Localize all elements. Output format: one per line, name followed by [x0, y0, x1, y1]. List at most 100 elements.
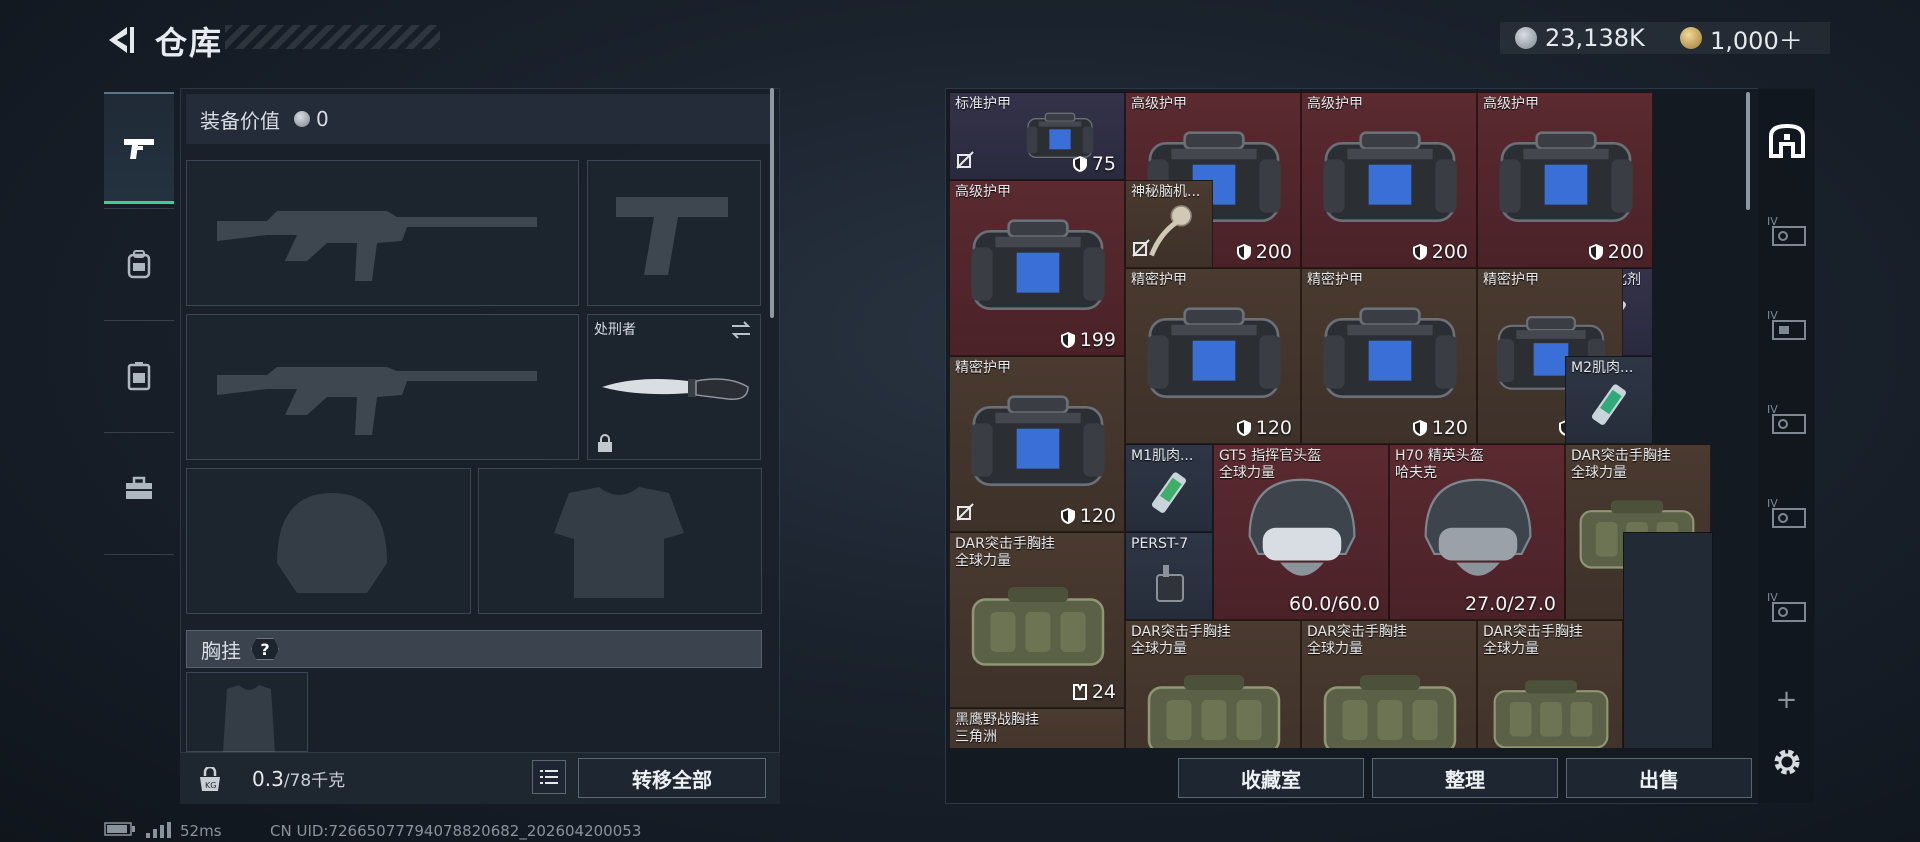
- weight-readout: 0.3/78千克: [252, 766, 345, 791]
- item-value-text: 27.0/27.0: [1464, 593, 1556, 615]
- helmet-slot[interactable]: [186, 468, 471, 614]
- stash-grid: 标准护甲 75 高级护甲 200 高级护甲 200 高级护甲 200 高级护甲 …: [949, 92, 1741, 748]
- stash-home-button[interactable]: [1758, 118, 1815, 162]
- list-view-button[interactable]: [532, 760, 566, 794]
- item-value-text: 200: [1607, 241, 1644, 263]
- stash-item[interactable]: GT5 指挥官头盔 全球力量 60.0/60.0: [1213, 444, 1389, 620]
- tab-backpack[interactable]: [104, 208, 174, 320]
- add-container-button[interactable]: +: [1758, 685, 1815, 715]
- sell-button[interactable]: 出售: [1566, 758, 1752, 798]
- item-value: 27.0/27.0: [1465, 593, 1556, 615]
- premium-balance[interactable]: 1,000＋: [1680, 22, 1803, 55]
- item-value-text: 120: [1079, 505, 1116, 527]
- item-faction: 全球力量: [955, 553, 1011, 569]
- item-name: DAR突击手胸挂: [955, 536, 1055, 552]
- stash-item[interactable]: M1肌肉...: [1125, 444, 1213, 532]
- helmet-item-icon: [1424, 478, 1532, 576]
- stash-icon: [1768, 123, 1805, 158]
- chest-rig-label: 胸挂: [201, 638, 241, 663]
- item-value: 75: [1072, 153, 1116, 175]
- item-value-text: 199: [1079, 329, 1116, 351]
- item-image: [1310, 665, 1470, 748]
- stash-item[interactable]: PERST-7: [1125, 532, 1213, 620]
- armor-item-icon: [971, 219, 1105, 310]
- coin-icon: [1515, 27, 1537, 49]
- item-name: 标准护甲: [955, 96, 1011, 112]
- signal-icon: [146, 822, 172, 842]
- weight-max: /78千克: [283, 771, 346, 791]
- item-name: DAR突击手胸挂: [1131, 624, 1231, 640]
- item-name: 高级护甲: [1131, 96, 1187, 112]
- stash-item[interactable]: H70 精英头盔 哈夫克 27.0/27.0: [1389, 444, 1565, 620]
- collection-room-button[interactable]: 收藏室: [1178, 758, 1364, 798]
- ping-readout: 52ms: [180, 822, 222, 840]
- stash-item[interactable]: 精密护甲 120: [1125, 268, 1301, 444]
- container-tab-3[interactable]: IV: [1758, 398, 1815, 438]
- item-faction: 全球力量: [1131, 641, 1187, 657]
- chest-rig-slot[interactable]: [186, 672, 308, 753]
- item-value: 120: [1412, 417, 1468, 439]
- premium-amount: 1,000＋: [1710, 26, 1803, 55]
- rifle-silhouette-icon: [217, 211, 537, 281]
- loadout-scrollbar[interactable]: [770, 88, 774, 318]
- tab-weapons[interactable]: [104, 92, 174, 204]
- pistol-silhouette-icon: [616, 197, 728, 275]
- help-icon[interactable]: ?: [251, 638, 279, 660]
- stash-item[interactable]: 高级护甲 200: [1301, 92, 1477, 268]
- item-value-text: 200: [1431, 241, 1468, 263]
- stash-item[interactable]: 神秘脑机...: [1125, 180, 1213, 268]
- armor-item-icon: [1147, 307, 1281, 398]
- armor-shield-icon: [1060, 332, 1075, 348]
- stash-item[interactable]: 标准护甲 75: [949, 92, 1125, 180]
- item-image: [1486, 123, 1646, 233]
- tab-toolbox[interactable]: [104, 432, 174, 544]
- container-iv-icon: IV: [1767, 497, 1806, 528]
- container-tab-2[interactable]: IV: [1758, 304, 1815, 344]
- stash-item[interactable]: 高级护甲 199: [949, 180, 1125, 356]
- swap-icon[interactable]: [730, 321, 752, 339]
- sidearm-slot[interactable]: [587, 160, 761, 306]
- stash-item[interactable]: DAR突击手胸挂 全球力量: [1125, 620, 1301, 748]
- container-iv-icon: IV: [1767, 215, 1806, 246]
- back-button[interactable]: [100, 20, 140, 60]
- item-image: [958, 577, 1118, 677]
- melee-slot[interactable]: 处刑者: [587, 314, 761, 460]
- secondary-weapon-slot[interactable]: [186, 314, 579, 460]
- body-armor-slot[interactable]: [478, 468, 762, 614]
- item-faction: 三角洲: [955, 729, 997, 745]
- item-value: 24: [1072, 681, 1116, 703]
- container-tab-5[interactable]: IV: [1758, 586, 1815, 626]
- container-iv-icon: IV: [1767, 403, 1806, 434]
- user-id: CN UID:72665077794078820682_202604200053: [270, 822, 642, 840]
- chest-rig-header: 胸挂 ?: [186, 630, 762, 668]
- primary-weapon-slot[interactable]: [186, 160, 579, 306]
- stash-scrollbar[interactable]: [1746, 92, 1750, 210]
- sort-button[interactable]: 整理: [1372, 758, 1558, 798]
- item-faction: 全球力量: [1483, 641, 1539, 657]
- stash-item[interactable]: DAR突击手胸挂 全球力量: [1301, 620, 1477, 748]
- stash-item[interactable]: 精密护甲 120: [1301, 268, 1477, 444]
- coin-balance[interactable]: 23,138K: [1515, 22, 1645, 54]
- category-tabs: [104, 84, 174, 558]
- unsecured-badge: [956, 151, 974, 173]
- container-tab-1[interactable]: IV: [1758, 210, 1815, 250]
- item-faction: 全球力量: [1571, 465, 1627, 481]
- empty-slot[interactable]: [1623, 532, 1713, 748]
- item-name: DAR突击手胸挂: [1483, 624, 1583, 640]
- stash-item[interactable]: 精密护甲 120: [949, 356, 1125, 532]
- backpack-icon: [127, 250, 151, 279]
- stash-item[interactable]: 黑鹰野战胸挂 三角洲: [949, 708, 1125, 748]
- title-decoration: [225, 25, 440, 49]
- stash-item[interactable]: DAR突击手胸挂全球力量 24: [949, 532, 1125, 708]
- container-tab-4[interactable]: IV: [1758, 492, 1815, 532]
- item-value-text: 60.0/60.0: [1288, 593, 1380, 615]
- stash-item[interactable]: DAR突击手胸挂 全球力量: [1477, 620, 1624, 748]
- page-title: 仓库: [155, 24, 224, 62]
- item-name: M1肌肉...: [1131, 448, 1194, 464]
- stash-item[interactable]: 高级护甲 200: [1477, 92, 1653, 268]
- tab-armor[interactable]: [104, 320, 174, 432]
- container-iv-icon: IV: [1767, 591, 1806, 622]
- transfer-all-button[interactable]: 转移全部: [578, 758, 766, 798]
- settings-button[interactable]: [1758, 744, 1815, 780]
- stash-item[interactable]: M2肌肉...: [1565, 356, 1653, 444]
